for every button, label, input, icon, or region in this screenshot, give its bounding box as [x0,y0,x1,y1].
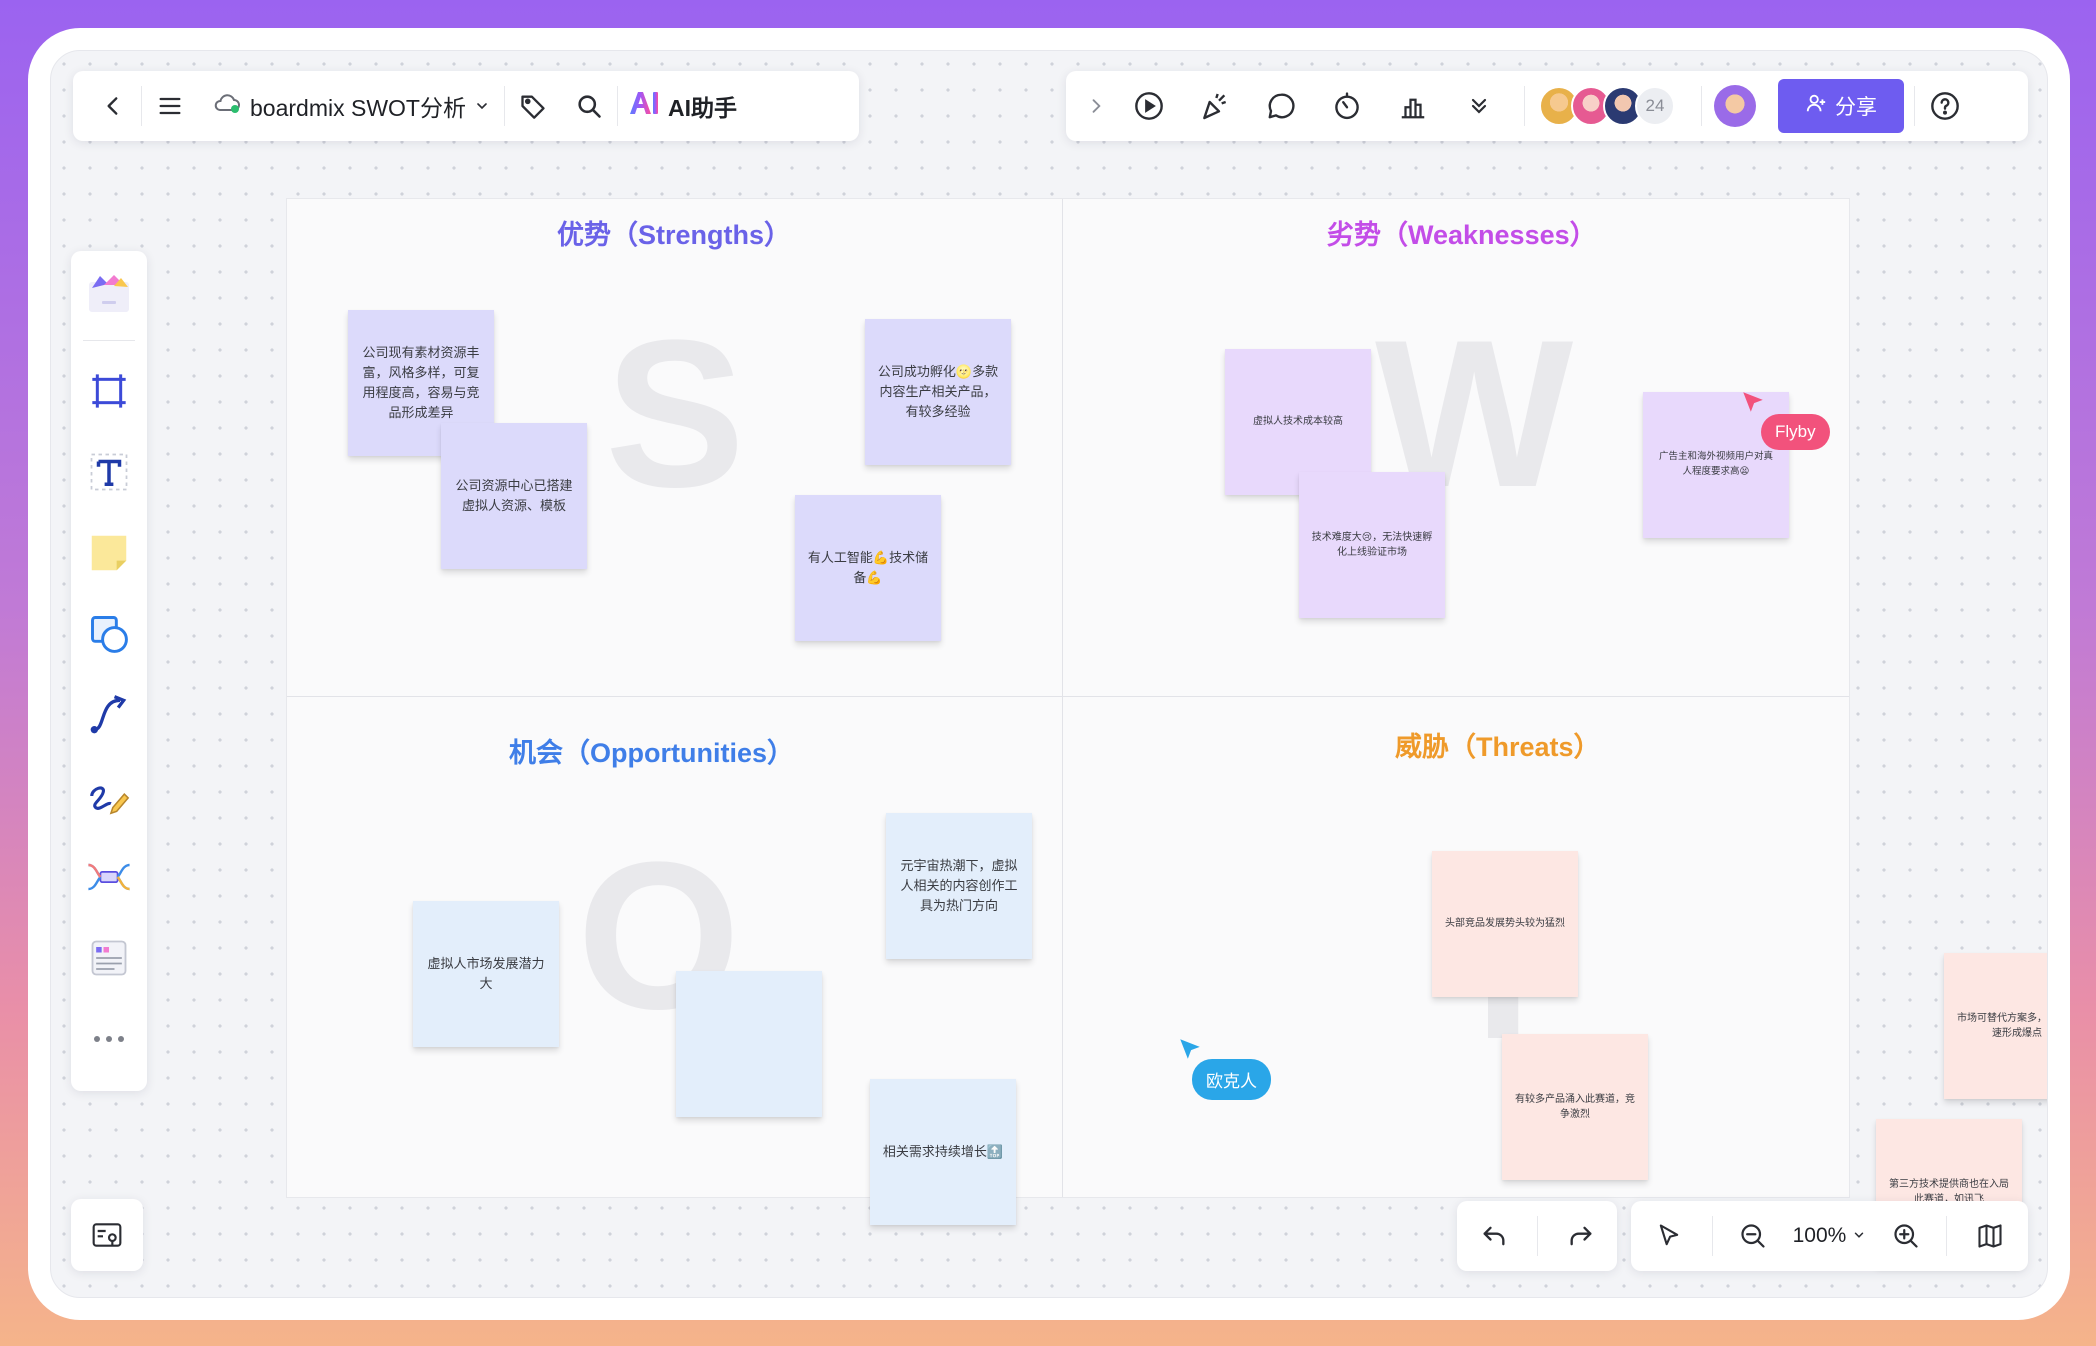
sticky-note-s3[interactable]: 公司成功孵化🌝多款内容生产相关产品，有较多经验 [865,319,1011,465]
celebrate-icon[interactable] [1182,78,1248,134]
redo-icon[interactable] [1551,1208,1611,1264]
sticky-note-o1[interactable]: 虚拟人市场发展潜力大 [413,901,559,1047]
opportunities-title: 机会（Opportunities） [509,738,794,768]
sticky-note-t1[interactable]: 头部竞品发展势头较为猛烈 [1432,851,1578,997]
mindmap-icon[interactable] [79,848,139,907]
sticky-note-o4[interactable]: 相关需求持续增长🔝 [870,1079,1016,1225]
template-icon[interactable] [79,263,139,322]
strengths-title: 优势（Strengths） [557,220,792,250]
threats-title: 威胁（Threats） [1395,732,1601,762]
whiteboard-app: boardmix SWOT分析 AI助手 24 分享 优势（Strengths）… [50,50,2048,1298]
strengths-letter: S [605,296,746,531]
vote-icon[interactable] [1380,78,1446,134]
shape-icon[interactable] [79,604,139,663]
sticky-note-w3[interactable]: 广告主和海外视频用户对真人程度要求高😫 [1643,392,1789,538]
sticky-note-o2[interactable]: 元宇宙热潮下，虚拟人相关的内容创作工具为热门方向 [886,813,1032,959]
timer-icon[interactable] [1314,78,1380,134]
guide-book-icon[interactable] [1962,1208,2018,1264]
sticky-note-s2[interactable]: 公司资源中心已搭建虚拟人资源、模板 [441,423,587,569]
flyby-cursor-label: Flyby [1761,414,1830,450]
minimap-icon[interactable] [71,1199,143,1271]
pen-icon[interactable] [79,767,139,826]
chevron-left-icon[interactable] [85,78,141,134]
sticky-note-s4[interactable]: 有人工智能💪技术储备💪 [795,495,941,641]
sticky-note-t2[interactable]: 有较多产品涌入此赛道，竞争激烈 [1502,1034,1648,1180]
divider [1711,1216,1713,1256]
divider [1536,1216,1538,1256]
weaknesses-title: 劣势（Weaknesses） [1327,220,1597,250]
sticky-note-o3[interactable] [676,971,822,1117]
document-title-dropdown[interactable]: boardmix SWOT分析 [198,89,504,123]
help-icon[interactable] [1915,78,1975,134]
play-icon[interactable] [1116,78,1182,134]
oukeren-cursor-label: 欧克人 [1192,1059,1271,1100]
search-icon[interactable] [561,78,617,134]
sticky-note-w2[interactable]: 技术难度大😢，无法快速孵化上线验证市场 [1299,472,1445,618]
hamburger-menu-icon[interactable] [142,78,198,134]
tag-icon[interactable] [505,78,561,134]
flyby-cursor-icon [1743,392,1763,412]
pointer-icon[interactable] [1641,1208,1697,1264]
more-down-icon[interactable] [1446,78,1512,134]
divider [1701,86,1702,126]
undo-icon[interactable] [1464,1208,1524,1264]
left-tool-sidebar [71,251,147,1091]
oukeren-cursor-icon [1180,1039,1200,1059]
sticky-note-t3[interactable]: 市场可替代方案多，需开快速形成爆点 [1944,953,2047,1099]
table-icon[interactable] [79,929,139,988]
top-right-toolbar: 24 分享 [1066,71,2028,141]
ai-logo-icon [628,90,662,122]
current-user-avatar[interactable] [1714,85,1756,127]
share-label: 分享 [1835,96,1877,119]
collaborator-count: 24 [1635,86,1675,126]
divider [83,340,135,342]
sticky-note-icon[interactable] [79,523,139,582]
divider [1946,1216,1948,1256]
zoom-level-dropdown[interactable]: 100% [1793,1224,1867,1248]
chevron-right-icon[interactable] [1076,78,1116,134]
undo-redo-bar [1457,1201,1617,1271]
document-title: boardmix SWOT分析 [250,95,466,121]
zoom-bar: 100% [1631,1201,2028,1271]
comment-icon[interactable] [1248,78,1314,134]
ai-assistant-button[interactable]: AI助手 [618,89,747,123]
zoom-in-icon[interactable] [1881,1208,1931,1264]
frame-icon[interactable] [79,361,139,420]
chevron-down-icon [474,93,490,120]
cloud-sync-icon [212,92,242,120]
zoom-level: 100% [1792,1224,1847,1247]
connector-icon[interactable] [79,685,139,744]
quadrant-divider-horizontal [287,696,1849,697]
ai-assistant-label: AI助手 [667,95,737,121]
collaborator-avatars[interactable]: 24 [1525,86,1675,126]
add-user-icon [1805,92,1827,120]
top-left-toolbar: boardmix SWOT分析 AI助手 [73,71,859,141]
quadrant-divider-vertical [1062,199,1063,1197]
chevron-down-icon [1852,1224,1866,1248]
zoom-out-icon[interactable] [1728,1208,1778,1264]
swot-board[interactable]: 优势（Strengths） S 公司现有素材资源丰富，风格多样，可复用程度高，容… [286,198,2047,1265]
text-icon[interactable] [79,442,139,501]
share-button[interactable]: 分享 [1778,79,1904,133]
more-icon[interactable] [79,1010,139,1069]
